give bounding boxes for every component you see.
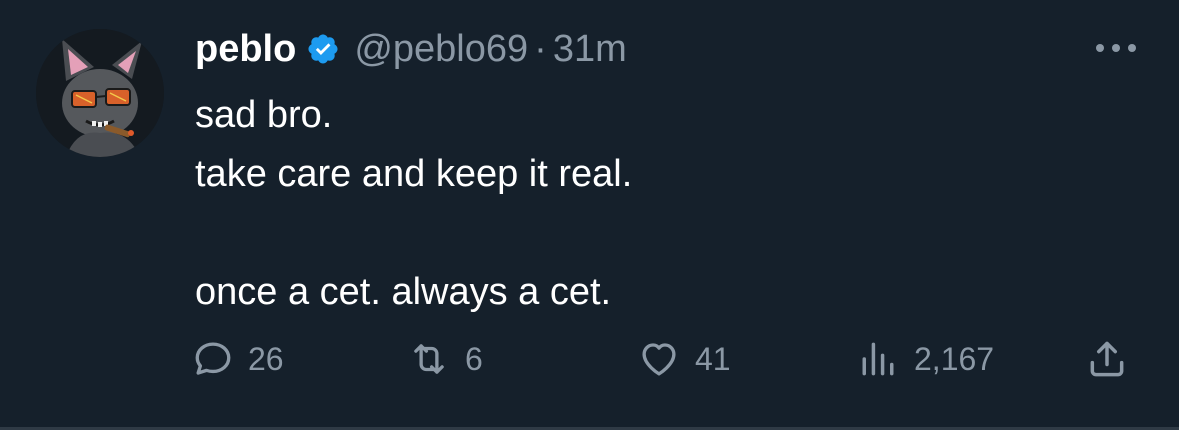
tweet-card[interactable]: peblo @peblo69 · 31m sad bro. take care … bbox=[0, 0, 1179, 430]
tweet-text-line: take care and keep it real. bbox=[195, 153, 633, 195]
share-button[interactable] bbox=[1085, 334, 1129, 384]
retweet-button[interactable]: 6 bbox=[407, 334, 483, 384]
tweet-text-line: sad bro. bbox=[195, 94, 333, 136]
cat-avatar-image bbox=[36, 29, 164, 157]
like-count: 41 bbox=[695, 340, 731, 377]
tweet-actions: 26 6 41 2,167 bbox=[192, 334, 1142, 384]
verified-badge-icon bbox=[306, 32, 340, 66]
retweet-count: 6 bbox=[465, 340, 483, 377]
views-count: 2,167 bbox=[914, 340, 995, 377]
like-button[interactable]: 41 bbox=[637, 334, 731, 384]
author-handle[interactable]: @peblo69 bbox=[354, 28, 528, 71]
header-separator: · bbox=[534, 27, 547, 70]
reply-icon bbox=[192, 338, 234, 380]
more-dots-icon[interactable] bbox=[1090, 30, 1142, 66]
views-chart-icon bbox=[856, 337, 900, 381]
tweet-text-line: once a cet. always a cet. bbox=[195, 271, 612, 313]
avatar[interactable] bbox=[36, 29, 164, 157]
share-icon bbox=[1085, 337, 1129, 381]
reply-count: 26 bbox=[248, 340, 284, 377]
tweet-timestamp[interactable]: 31m bbox=[553, 28, 627, 71]
heart-icon bbox=[637, 338, 681, 380]
reply-button[interactable]: 26 bbox=[192, 334, 284, 384]
retweet-icon bbox=[407, 338, 451, 380]
author-display-name[interactable]: peblo bbox=[195, 28, 296, 71]
tweet-text: sad bro. take care and keep it real. onc… bbox=[195, 86, 1135, 322]
views-button[interactable]: 2,167 bbox=[856, 334, 994, 384]
tweet-header: peblo @peblo69 · 31m bbox=[195, 23, 627, 75]
tweet-text-line bbox=[195, 204, 1135, 263]
